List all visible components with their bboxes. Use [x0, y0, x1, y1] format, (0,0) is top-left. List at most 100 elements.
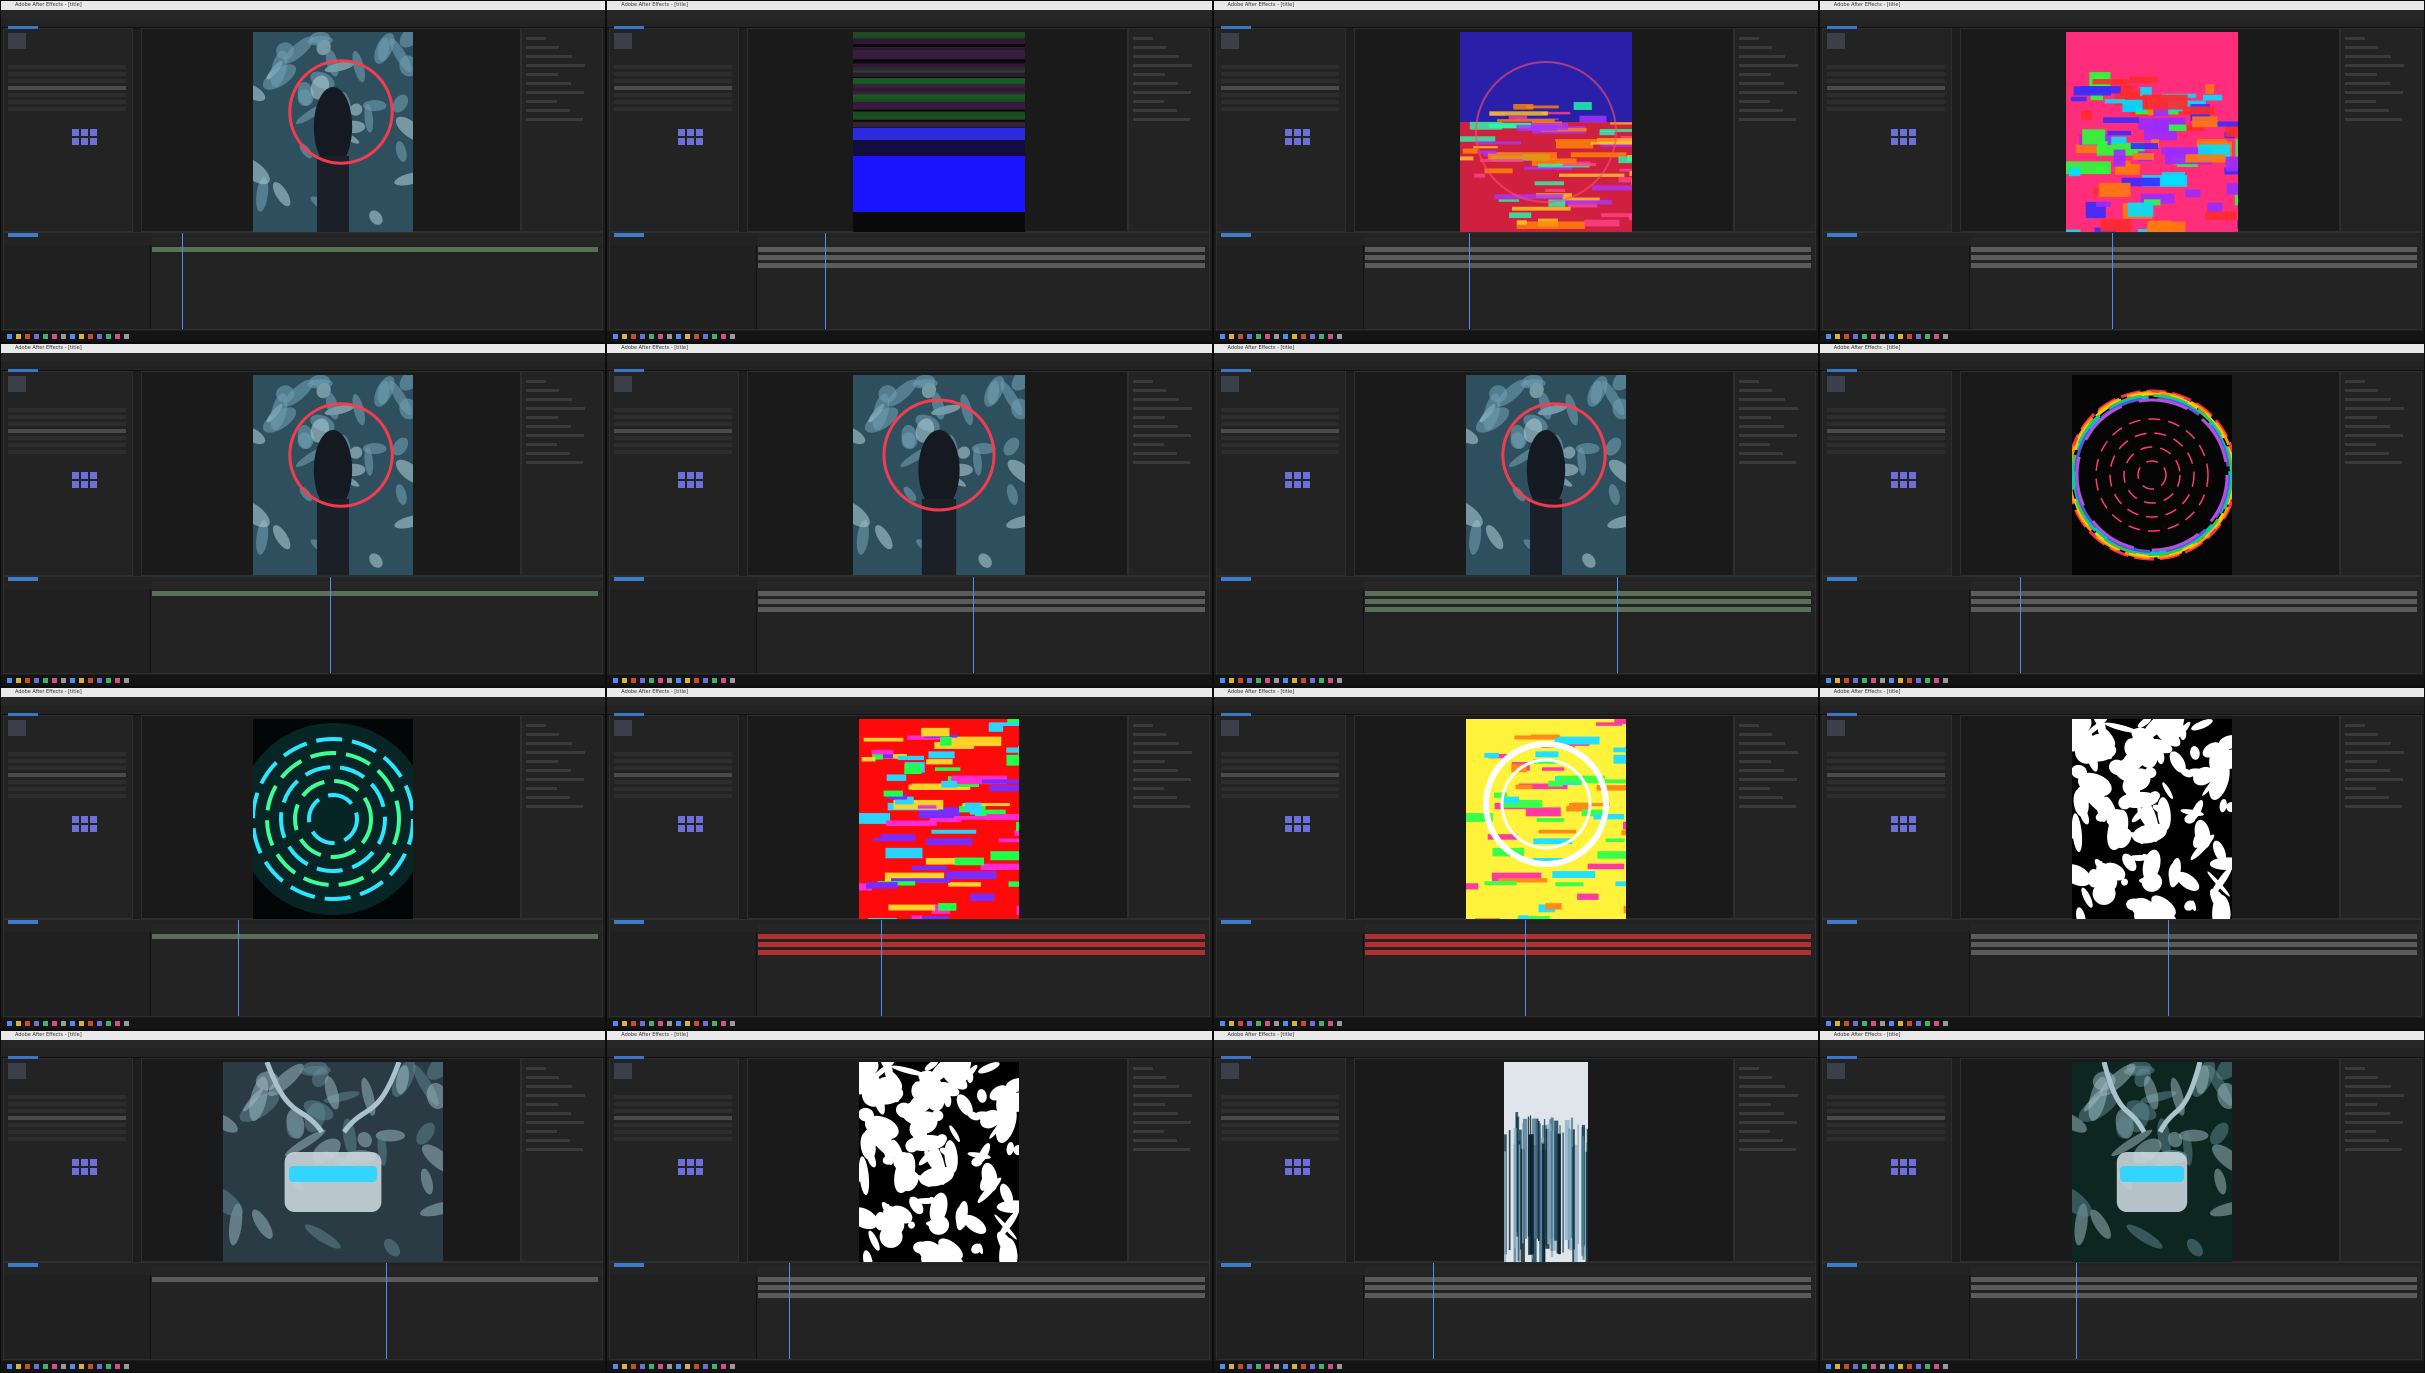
taskbar-app-icon[interactable]: [694, 1020, 700, 1026]
time-ruler[interactable]: [1970, 237, 2421, 246]
project-item[interactable]: [614, 422, 733, 427]
taskbar-app-icon[interactable]: [115, 1020, 120, 1026]
taskbar-app-icon[interactable]: [1825, 1020, 1831, 1026]
taskbar-app-icon[interactable]: [1861, 334, 1867, 340]
taskbar-app-icon[interactable]: [1219, 677, 1225, 683]
taskbar-app-icon[interactable]: [1228, 677, 1234, 683]
taskbar-app-icon[interactable]: [1888, 1364, 1894, 1369]
panel-header-tab[interactable]: [8, 712, 38, 716]
taskbar-app-icon[interactable]: [631, 334, 637, 340]
playhead[interactable]: [1432, 1263, 1434, 1359]
taskbar-app-icon[interactable]: [1825, 334, 1831, 340]
taskbar-app-icon[interactable]: [1300, 334, 1306, 340]
taskbar-app-icon[interactable]: [1879, 334, 1885, 340]
layer-track-bar[interactable]: [758, 1285, 1205, 1290]
taskbar-app-icon[interactable]: [1897, 334, 1903, 340]
project-item[interactable]: [614, 1101, 733, 1106]
effect-control-swatch[interactable]: [1899, 824, 1907, 832]
taskbar-app-icon[interactable]: [694, 677, 700, 683]
effect-control-swatch[interactable]: [687, 815, 695, 823]
project-item[interactable]: [1826, 1129, 1945, 1134]
project-item[interactable]: [614, 1122, 733, 1127]
project-item[interactable]: [614, 107, 733, 111]
project-item[interactable]: [1220, 93, 1339, 97]
effect-control-swatch[interactable]: [81, 1158, 88, 1166]
taskbar-app-icon[interactable]: [1264, 1020, 1270, 1026]
effect-control-swatch[interactable]: [696, 1158, 704, 1166]
effect-control-swatch[interactable]: [696, 472, 704, 480]
effect-control-swatch[interactable]: [687, 824, 695, 832]
effect-control-swatch[interactable]: [1890, 472, 1898, 480]
taskbar-app-icon[interactable]: [43, 677, 48, 683]
taskbar-app-icon[interactable]: [1906, 1364, 1912, 1369]
taskbar-app-icon[interactable]: [1834, 677, 1840, 683]
layer-track-bar[interactable]: [152, 1277, 599, 1282]
effect-control-swatch[interactable]: [1302, 1167, 1310, 1175]
effect-control-swatch[interactable]: [1284, 481, 1292, 489]
effect-control-swatch[interactable]: [678, 1158, 686, 1166]
project-item[interactable]: [1826, 450, 1945, 455]
taskbar-app-icon[interactable]: [106, 334, 111, 340]
effect-control-swatch[interactable]: [687, 1158, 695, 1166]
effect-control-swatch[interactable]: [1890, 138, 1898, 145]
composition-frame[interactable]: [843, 1041, 1033, 1276]
layer-track-bar[interactable]: [1970, 606, 2417, 612]
project-item[interactable]: [1826, 751, 1945, 756]
effect-control-swatch[interactable]: [1908, 1167, 1916, 1175]
layer-track-bar[interactable]: [1970, 263, 2417, 269]
effect-control-swatch[interactable]: [72, 1167, 79, 1175]
taskbar-app-icon[interactable]: [1282, 334, 1288, 340]
time-ruler[interactable]: [1970, 1267, 2421, 1275]
time-ruler[interactable]: [758, 923, 1209, 932]
project-item[interactable]: [1826, 422, 1945, 427]
effect-control-swatch[interactable]: [1302, 1158, 1310, 1166]
taskbar-app-icon[interactable]: [1291, 334, 1297, 340]
project-item[interactable]: [1220, 450, 1339, 455]
effect-control-swatch[interactable]: [1284, 138, 1292, 145]
effect-control-swatch[interactable]: [1908, 472, 1916, 480]
composition-frame[interactable]: [2065, 32, 2280, 249]
effect-control-swatch[interactable]: [1899, 1158, 1907, 1166]
taskbar-app-icon[interactable]: [622, 1364, 628, 1369]
project-item[interactable]: [1826, 1122, 1945, 1127]
taskbar-app-icon[interactable]: [124, 677, 129, 683]
project-item[interactable]: [1220, 72, 1339, 76]
project-item[interactable]: [1220, 1108, 1339, 1113]
project-item[interactable]: [1220, 107, 1339, 111]
playhead[interactable]: [881, 919, 883, 1016]
layer-track-bar[interactable]: [1364, 941, 1811, 947]
playhead[interactable]: [182, 233, 183, 330]
effect-control-swatch[interactable]: [678, 815, 686, 823]
time-ruler[interactable]: [152, 237, 603, 246]
project-item[interactable]: [8, 450, 126, 455]
playhead[interactable]: [973, 576, 975, 673]
project-item[interactable]: [614, 65, 733, 69]
project-item[interactable]: [614, 779, 733, 784]
taskbar-app-icon[interactable]: [1942, 334, 1948, 340]
taskbar-app-icon[interactable]: [685, 1020, 691, 1026]
project-item[interactable]: [614, 86, 733, 90]
taskbar-app-icon[interactable]: [1834, 1020, 1840, 1026]
taskbar-app-icon[interactable]: [1228, 1020, 1234, 1026]
taskbar-app-icon[interactable]: [1915, 1364, 1921, 1369]
effect-control-swatch[interactable]: [1890, 815, 1898, 823]
taskbar-app-icon[interactable]: [88, 1020, 93, 1026]
taskbar-app-icon[interactable]: [1255, 334, 1261, 340]
taskbar-app-icon[interactable]: [61, 677, 66, 683]
playhead[interactable]: [2111, 233, 2113, 330]
effect-control-swatch[interactable]: [678, 129, 686, 136]
taskbar-app-icon[interactable]: [1897, 1020, 1903, 1026]
taskbar-app-icon[interactable]: [1309, 1020, 1315, 1026]
layer-track-bar[interactable]: [1364, 949, 1811, 955]
playhead[interactable]: [2075, 1263, 2077, 1359]
project-item[interactable]: [614, 786, 733, 791]
playhead[interactable]: [2019, 576, 2021, 673]
taskbar-app-icon[interactable]: [25, 1364, 30, 1369]
project-item[interactable]: [1826, 415, 1945, 420]
project-item[interactable]: [1220, 1129, 1339, 1134]
effect-control-swatch[interactable]: [72, 481, 79, 489]
taskbar-app-icon[interactable]: [52, 334, 57, 340]
taskbar-app-icon[interactable]: [1246, 1020, 1252, 1026]
time-ruler[interactable]: [758, 1267, 1209, 1275]
timeline-tab[interactable]: [614, 576, 645, 581]
